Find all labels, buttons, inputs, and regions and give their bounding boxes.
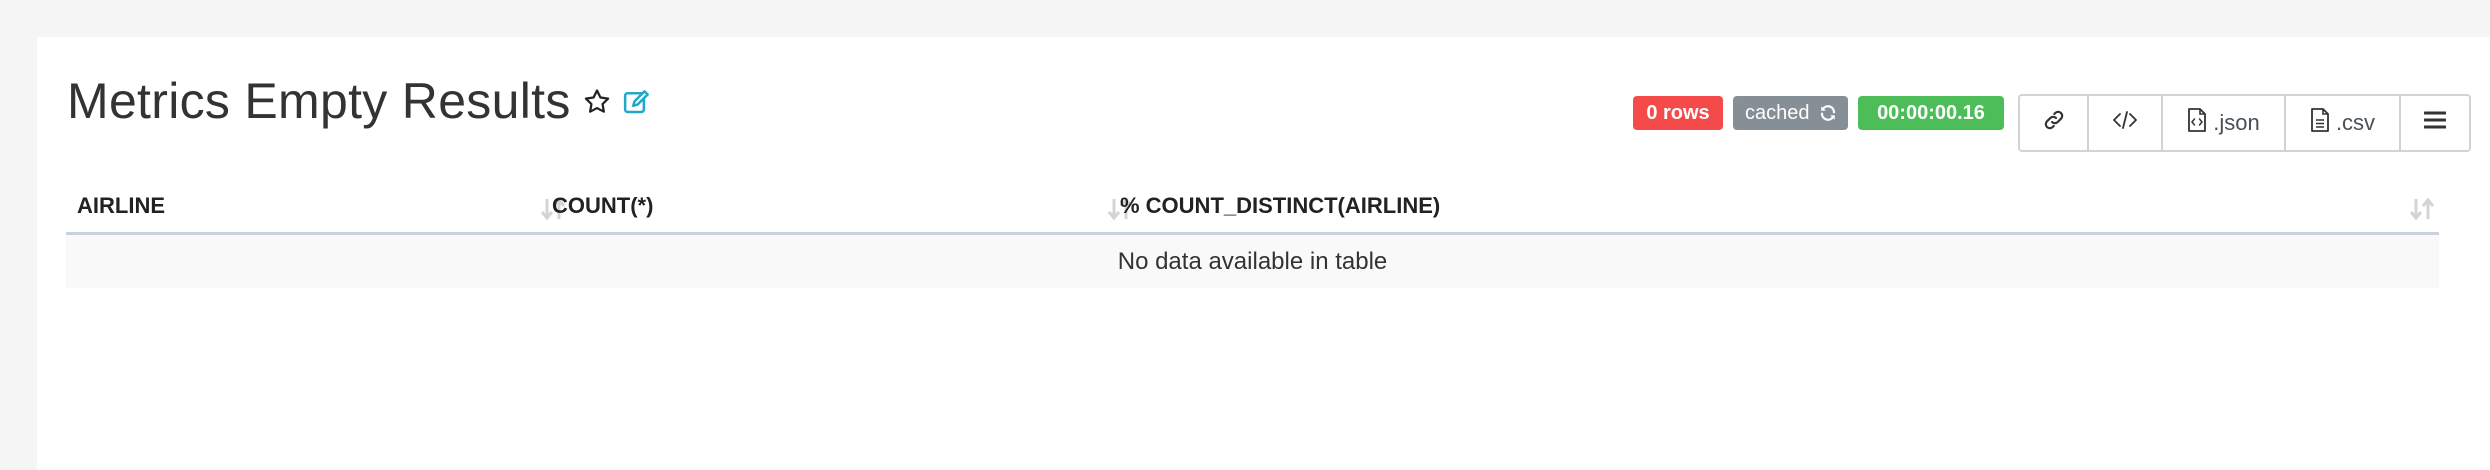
query-duration-badge: 00:00:00.16 [1858, 96, 2004, 130]
copy-link-button[interactable] [2018, 94, 2089, 152]
row-count-badge: 0 rows [1633, 96, 1723, 130]
file-text-icon [2310, 108, 2330, 138]
chart-panel: Metrics Empty Results 0 rows cached 00:0… [37, 37, 2490, 470]
chart-title: Metrics Empty Results [67, 73, 571, 129]
export-csv-button[interactable]: .csv [2286, 94, 2401, 152]
json-label: .json [2213, 110, 2260, 135]
empty-table-message: No data available in table [66, 235, 2439, 288]
hamburger-menu-icon [2423, 110, 2447, 136]
results-table: AIRLINE COUNT(*) % COUNT_DISTINCT(AIRLIN… [66, 180, 2439, 288]
status-badges: 0 rows cached 00:00:00.16 [1633, 83, 2014, 143]
title-actions [582, 87, 652, 117]
cached-badge[interactable]: cached [1733, 96, 1848, 130]
file-code-icon [2187, 108, 2207, 138]
view-query-button[interactable] [2089, 94, 2163, 152]
cached-label: cached [1745, 102, 1810, 124]
table-header: AIRLINE COUNT(*) % COUNT_DISTINCT(AIRLIN… [66, 180, 2439, 235]
edit-icon[interactable] [622, 87, 652, 117]
more-options-button[interactable] [2401, 94, 2471, 152]
export-json-button[interactable]: .json [2163, 94, 2286, 152]
export-button-group: .json .csv [2018, 94, 2471, 152]
column-header-count-distinct[interactable]: % COUNT_DISTINCT(AIRLINE) [1120, 180, 2430, 232]
column-header-airline[interactable]: AIRLINE [77, 180, 547, 232]
chart-header: Metrics Empty Results 0 rows cached 00:0… [67, 65, 2471, 155]
star-icon[interactable] [582, 87, 612, 117]
code-icon [2112, 109, 2138, 137]
refresh-icon[interactable] [1819, 99, 1837, 133]
sort-icon[interactable] [2409, 197, 2435, 227]
column-header-count[interactable]: COUNT(*) [552, 180, 1122, 232]
link-icon [2042, 108, 2066, 138]
csv-label: .csv [2335, 110, 2376, 135]
